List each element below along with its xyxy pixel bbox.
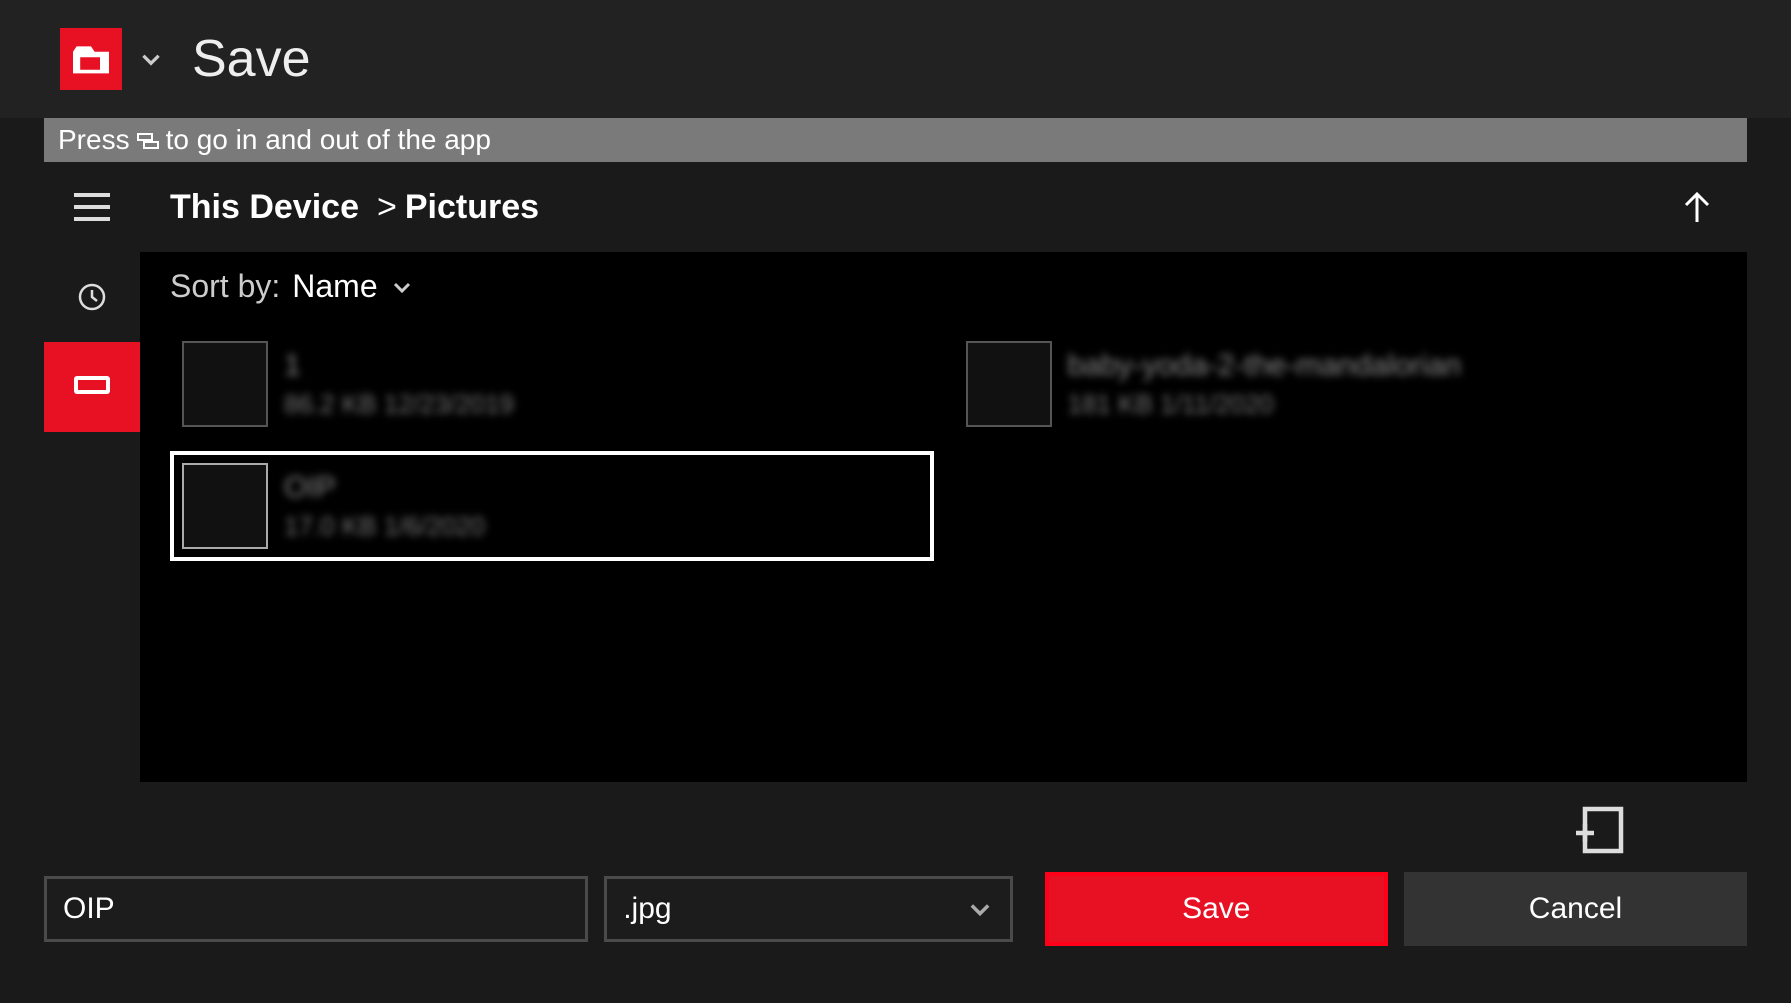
hamburger-button[interactable]	[44, 162, 140, 252]
file-item[interactable]: baby-yoda-2-the-mandalorian 181 KB 1/11/…	[954, 329, 1718, 439]
cancel-label: Cancel	[1529, 892, 1622, 926]
file-text: 1 86.2 KB 12/23/2019	[284, 349, 514, 420]
side-rail	[44, 162, 140, 782]
this-device-button[interactable]	[44, 342, 140, 432]
save-button[interactable]: Save	[1045, 872, 1388, 946]
new-folder-button[interactable]	[1567, 797, 1627, 857]
picker-toolbar	[44, 782, 1747, 872]
file-item[interactable]: 1 86.2 KB 12/23/2019	[170, 329, 934, 439]
filetype-value: .jpg	[623, 892, 671, 926]
save-label: Save	[1182, 892, 1250, 926]
hint-bar: Press to go in and out of the app	[44, 118, 1747, 162]
chevron-down-icon	[966, 895, 994, 923]
file-meta: 17.0 KB 1/6/2020	[284, 511, 485, 542]
more-button[interactable]	[1667, 797, 1727, 857]
action-bar: .jpg Save Cancel	[44, 872, 1747, 946]
file-item[interactable]: OIP 17.0 KB 1/6/2020	[170, 451, 934, 561]
hint-prefix: Press	[58, 124, 130, 156]
sort-dropdown[interactable]: Sort by: Name	[170, 268, 414, 305]
app-dropdown[interactable]	[138, 46, 164, 72]
file-grid: 1 86.2 KB 12/23/2019 baby-yoda-2-the-man…	[140, 315, 1747, 782]
sort-label: Sort by:	[170, 268, 280, 305]
breadcrumb-separator: >	[377, 188, 397, 227]
recent-button[interactable]	[44, 252, 140, 342]
up-button[interactable]	[1667, 177, 1727, 237]
filename-input[interactable]	[44, 876, 588, 942]
file-thumbnail	[182, 463, 268, 549]
hint-suffix: to go in and out of the app	[166, 124, 491, 156]
file-thumbnail	[966, 341, 1052, 427]
breadcrumb-root[interactable]: This Device	[170, 188, 359, 227]
sort-value: Name	[292, 268, 377, 305]
chevron-down-icon	[390, 275, 414, 299]
sort-bar: Sort by: Name	[140, 252, 1747, 315]
file-text: OIP 17.0 KB 1/6/2020	[284, 471, 485, 542]
filetype-select[interactable]: .jpg	[604, 876, 1012, 942]
page-title: Save	[192, 29, 311, 89]
tab-key-icon	[136, 128, 160, 152]
panel-content: This Device > Pictures Sort by: Name 1 8…	[140, 162, 1747, 782]
file-name: baby-yoda-2-the-mandalorian	[1068, 349, 1462, 383]
file-meta: 86.2 KB 12/23/2019	[284, 389, 514, 420]
file-text: baby-yoda-2-the-mandalorian 181 KB 1/11/…	[1068, 349, 1462, 420]
file-name: 1	[284, 349, 514, 383]
file-picker-panel: This Device > Pictures Sort by: Name 1 8…	[44, 162, 1747, 782]
app-icon	[60, 28, 122, 90]
breadcrumb-bar: This Device > Pictures	[140, 162, 1747, 252]
file-thumbnail	[182, 341, 268, 427]
app-header: Save	[0, 0, 1791, 118]
cancel-button[interactable]: Cancel	[1404, 872, 1747, 946]
file-name: OIP	[284, 471, 485, 505]
breadcrumb-current[interactable]: Pictures	[405, 188, 539, 227]
file-meta: 181 KB 1/11/2020	[1068, 389, 1462, 420]
